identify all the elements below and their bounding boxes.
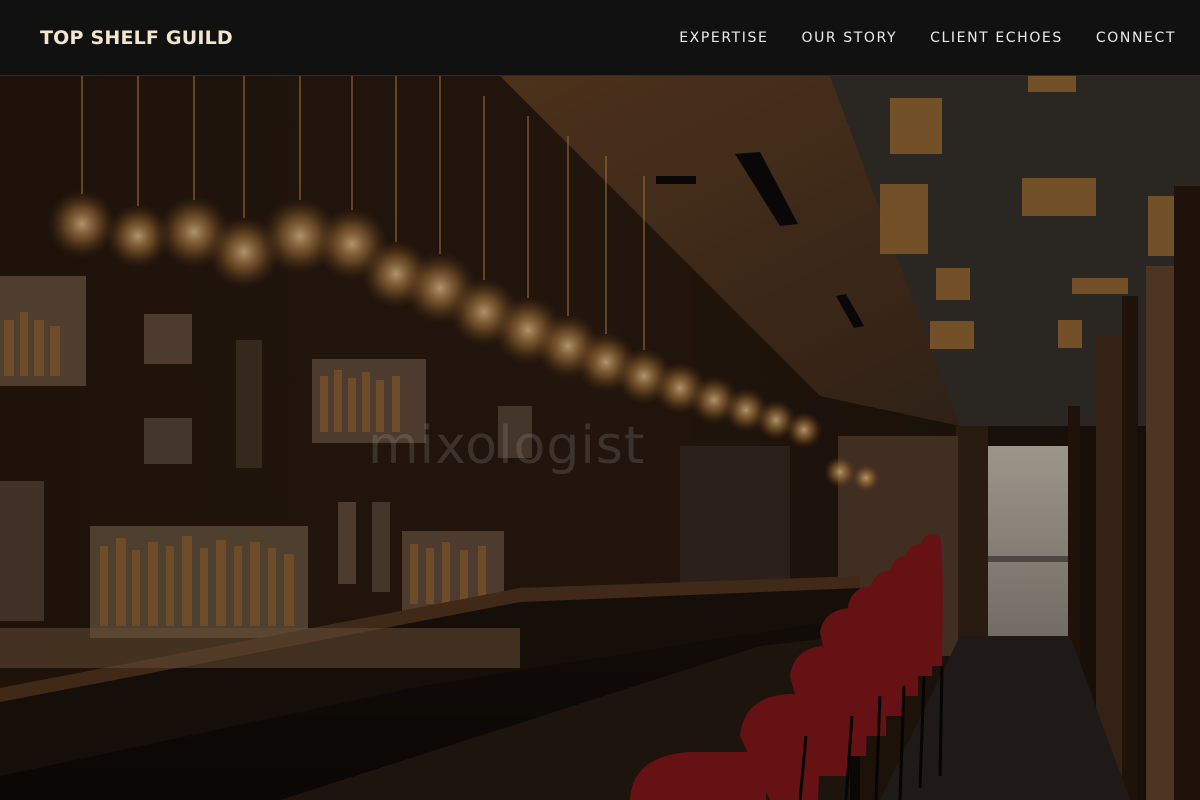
main-nav: EXPERTISE OUR STORY CLIENT ECHOES CONNEC…	[679, 30, 1176, 46]
top-navbar: TOP SHELF GUILD EXPERTISE OUR STORY CLIE…	[0, 0, 1200, 76]
watermark-text: mixologist	[368, 416, 646, 476]
brand-logo[interactable]: TOP SHELF GUILD	[40, 27, 233, 49]
hero-section: mixologist	[0, 76, 1200, 800]
nav-link-our-story[interactable]: OUR STORY	[801, 30, 897, 46]
nav-link-connect[interactable]: CONNECT	[1096, 30, 1176, 46]
nav-link-client-echoes[interactable]: CLIENT ECHOES	[930, 30, 1063, 46]
nav-link-expertise[interactable]: EXPERTISE	[679, 30, 768, 46]
